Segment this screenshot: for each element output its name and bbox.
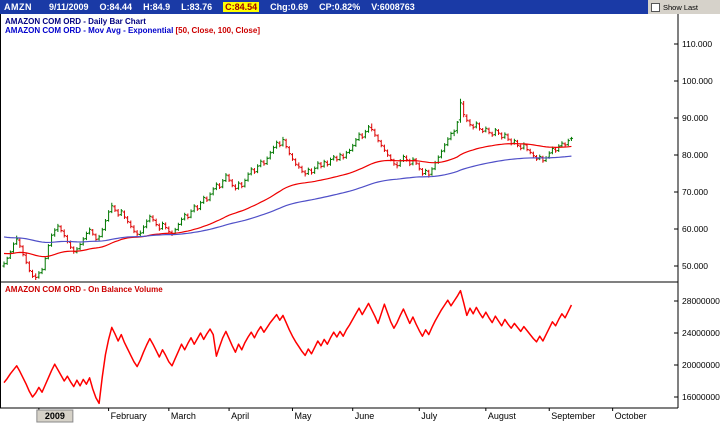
ema-lines <box>4 144 571 257</box>
show-last-panel: Show Last <box>648 0 720 14</box>
obv-axis: 28000000 24000000 20000000 16000000 <box>674 296 720 402</box>
svg-text:24000000: 24000000 <box>682 328 720 338</box>
svg-text:100.000: 100.000 <box>682 76 713 86</box>
obv-line <box>4 291 571 404</box>
svg-text:February: February <box>111 411 148 421</box>
quote-strip: AMZN 9/11/2009 O:84.44 H:84.9 L:83.76 C:… <box>0 0 648 14</box>
price-chart-canvas: 110.000 100.000 90.000 80.000 70.000 60.000 50… <box>0 14 720 424</box>
svg-text:August: August <box>488 411 517 421</box>
svg-text:October: October <box>615 411 647 421</box>
svg-text:20000000: 20000000 <box>682 360 720 370</box>
svg-text:April: April <box>231 411 249 421</box>
svg-text:September: September <box>551 411 595 421</box>
show-last-label: Show Last <box>663 3 698 12</box>
quote-close-highlight: C:84.54 <box>223 2 259 12</box>
show-last-checkbox[interactable] <box>651 3 660 12</box>
svg-text:16000000: 16000000 <box>682 392 720 402</box>
ohlc-bar-series <box>2 99 573 280</box>
svg-text:28000000: 28000000 <box>682 296 720 306</box>
quote-change-pct: CP:0.82% <box>319 2 360 12</box>
price-axis: 110.000 100.000 90.000 80.000 70.000 60.000 50… <box>674 39 713 271</box>
svg-text:90.000: 90.000 <box>682 113 708 123</box>
symbol-label: AMZN <box>4 2 32 12</box>
svg-text:July: July <box>421 411 438 421</box>
quote-open: O:84.44 <box>100 2 133 12</box>
svg-text:50.000: 50.000 <box>682 261 708 271</box>
quote-low: L:83.76 <box>181 2 212 12</box>
chart-area: 110.000 100.000 90.000 80.000 70.000 60.000 50… <box>0 14 720 424</box>
svg-text:May: May <box>294 411 312 421</box>
svg-text:June: June <box>355 411 375 421</box>
time-axis[interactable]: 2009 February March April May June July August S… <box>37 408 647 422</box>
svg-text:March: March <box>171 411 196 421</box>
quote-volume: V:6008763 <box>371 2 415 12</box>
quote-date: 9/11/2009 <box>49 2 89 12</box>
quote-high: H:84.9 <box>143 2 170 12</box>
quote-change: Chg:0.69 <box>270 2 308 12</box>
svg-text:2009: 2009 <box>45 411 65 421</box>
svg-text:80.000: 80.000 <box>682 150 708 160</box>
svg-text:60.000: 60.000 <box>682 224 708 234</box>
quote-toolbar: AMZN 9/11/2009 O:84.44 H:84.9 L:83.76 C:… <box>0 0 720 14</box>
svg-text:110.000: 110.000 <box>682 39 712 49</box>
svg-text:70.000: 70.000 <box>682 187 708 197</box>
chart-frame <box>0 14 678 408</box>
